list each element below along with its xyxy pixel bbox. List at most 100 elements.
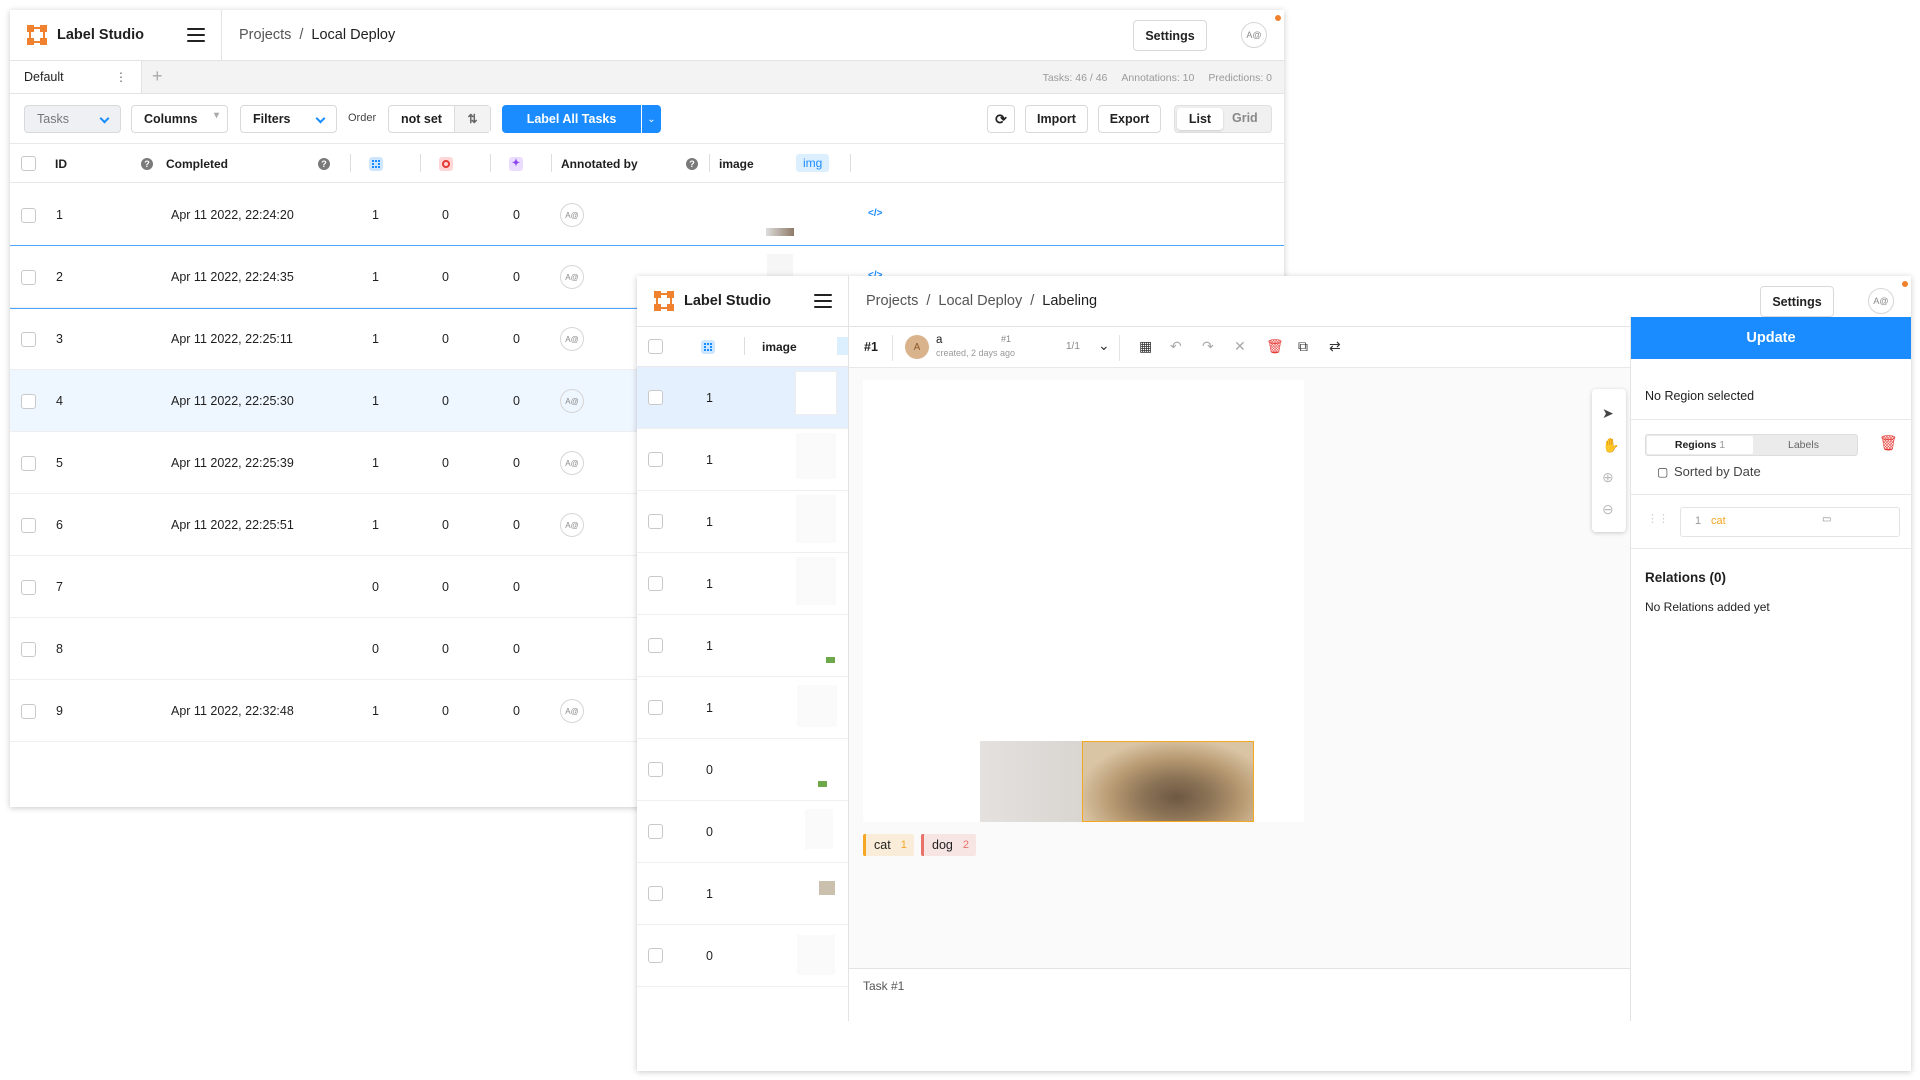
tab-labels[interactable]: Labels bbox=[1788, 439, 1819, 451]
row-checkbox[interactable] bbox=[648, 452, 663, 467]
image-thumbnail[interactable] bbox=[796, 557, 836, 605]
list-view-button[interactable]: List bbox=[1177, 108, 1223, 130]
code-icon[interactable]: </> bbox=[868, 208, 882, 219]
row-checkbox[interactable] bbox=[21, 270, 36, 285]
list-item[interactable]: 1 bbox=[637, 491, 848, 553]
list-item[interactable]: 1 bbox=[637, 677, 848, 739]
list-item[interactable]: 1 bbox=[637, 367, 848, 429]
breadcrumb-project[interactable]: Local Deploy bbox=[311, 27, 395, 43]
columns-select[interactable]: Columns ▾ bbox=[131, 104, 228, 133]
list-item[interactable]: 1 bbox=[637, 863, 848, 925]
row-checkbox[interactable] bbox=[648, 576, 663, 591]
redo-icon[interactable]: ↷ bbox=[1202, 338, 1214, 355]
row-checkbox[interactable] bbox=[21, 208, 36, 223]
column-image[interactable]: image bbox=[719, 157, 754, 171]
grid-view-button[interactable]: Grid bbox=[1232, 111, 1258, 125]
grid-view-icon[interactable]: ▦ bbox=[1139, 338, 1152, 355]
image-thumbnail[interactable] bbox=[826, 657, 835, 663]
user-avatar[interactable]: A@ bbox=[1868, 288, 1894, 314]
drag-handle-icon[interactable]: ⋮⋮ bbox=[1647, 512, 1669, 525]
breadcrumb-project[interactable]: Local Deploy bbox=[938, 293, 1022, 309]
column-completed[interactable]: Completed bbox=[166, 157, 228, 171]
list-item[interactable]: 0 bbox=[637, 925, 848, 987]
annotations-count: 0 bbox=[706, 763, 713, 777]
duplicate-icon[interactable]: ⧉ bbox=[1298, 338, 1308, 355]
image-thumbnail[interactable] bbox=[796, 495, 836, 543]
row-checkbox[interactable] bbox=[21, 704, 36, 719]
refresh-icon[interactable]: ⟳ bbox=[987, 105, 1015, 133]
label-cat[interactable]: cat 1 bbox=[863, 834, 914, 856]
add-tab-icon[interactable]: + bbox=[152, 66, 163, 93]
column-id[interactable]: ID bbox=[55, 157, 67, 171]
cat-region-box[interactable] bbox=[1082, 741, 1254, 822]
select-tool-icon[interactable]: ➤ bbox=[1602, 405, 1614, 422]
select-all-checkbox[interactable] bbox=[21, 156, 36, 171]
image-thumbnail[interactable] bbox=[819, 881, 835, 895]
tab-options-icon[interactable]: ⋮ bbox=[115, 70, 127, 84]
zoom-out-icon[interactable]: ⊖ bbox=[1602, 501, 1614, 518]
update-button[interactable]: Update bbox=[1631, 317, 1911, 359]
breadcrumb-projects[interactable]: Projects bbox=[239, 27, 291, 43]
column-image[interactable]: image bbox=[762, 340, 797, 354]
tab-regions[interactable]: Regions 1 bbox=[1647, 436, 1753, 454]
row-checkbox[interactable] bbox=[21, 518, 36, 533]
table-row[interactable]: 1 Apr 11 2022, 22:24:20 1 0 0 A@ </> bbox=[10, 184, 1284, 246]
reset-icon[interactable]: ✕ bbox=[1234, 338, 1246, 355]
breadcrumb-projects[interactable]: Projects bbox=[866, 293, 918, 309]
export-button[interactable]: Export bbox=[1098, 105, 1161, 133]
row-checkbox[interactable] bbox=[648, 390, 663, 405]
label-dog[interactable]: dog 2 bbox=[921, 834, 976, 856]
select-all-checkbox[interactable] bbox=[648, 339, 663, 354]
chevron-down-icon[interactable]: ⌄ bbox=[1098, 337, 1110, 354]
row-checkbox[interactable] bbox=[648, 762, 663, 777]
image-canvas[interactable] bbox=[863, 380, 1304, 822]
list-item[interactable]: 1 bbox=[637, 553, 848, 615]
list-item[interactable]: 1 bbox=[637, 615, 848, 677]
image-thumbnail[interactable] bbox=[818, 781, 827, 787]
column-annotated-by[interactable]: Annotated by bbox=[561, 157, 638, 171]
undo-icon[interactable]: ↶ bbox=[1170, 338, 1182, 355]
row-checkbox[interactable] bbox=[648, 824, 663, 839]
image-thumbnail[interactable] bbox=[795, 371, 837, 415]
row-checkbox[interactable] bbox=[648, 638, 663, 653]
row-checkbox[interactable] bbox=[648, 514, 663, 529]
list-item[interactable]: 0 bbox=[637, 801, 848, 863]
row-checkbox[interactable] bbox=[21, 642, 36, 657]
brand: Label Studio bbox=[10, 10, 222, 60]
tab-default[interactable]: Default ⋮ bbox=[10, 61, 142, 93]
row-checkbox[interactable] bbox=[648, 948, 663, 963]
pan-tool-icon[interactable]: ✋ bbox=[1602, 437, 1619, 454]
row-checkbox[interactable] bbox=[21, 394, 36, 409]
swap-icon[interactable]: ⇄ bbox=[1329, 338, 1341, 355]
zoom-in-icon[interactable]: ⊕ bbox=[1602, 469, 1614, 486]
image-thumbnail[interactable] bbox=[766, 228, 794, 236]
row-checkbox[interactable] bbox=[648, 886, 663, 901]
filters-select[interactable]: Filters bbox=[240, 104, 337, 133]
list-item[interactable]: 0 bbox=[637, 739, 848, 801]
delete-icon[interactable]: 🗑 bbox=[1266, 338, 1284, 355]
image-thumbnail[interactable] bbox=[796, 433, 836, 479]
tasks-select[interactable]: Tasks bbox=[24, 104, 121, 133]
import-button[interactable]: Import bbox=[1025, 105, 1088, 133]
image-thumbnail[interactable] bbox=[805, 809, 833, 849]
annotations-count: 1 bbox=[706, 453, 713, 467]
label-all-tasks-button[interactable]: Label All Tasks ⌄ bbox=[502, 105, 661, 133]
user-avatar[interactable]: A@ bbox=[1241, 22, 1267, 48]
list-item[interactable]: 1 bbox=[637, 429, 848, 491]
row-checkbox[interactable] bbox=[21, 580, 36, 595]
menu-icon[interactable] bbox=[187, 28, 205, 42]
row-checkbox[interactable] bbox=[648, 700, 663, 715]
menu-icon[interactable] bbox=[814, 294, 832, 308]
order-select[interactable]: not set ⇅ bbox=[388, 104, 491, 133]
row-checkbox[interactable] bbox=[21, 332, 36, 347]
row-checkbox[interactable] bbox=[21, 456, 36, 471]
settings-button[interactable]: Settings bbox=[1133, 20, 1207, 51]
sort-by-date[interactable]: Sorted by Date bbox=[1674, 464, 1761, 479]
settings-button[interactable]: Settings bbox=[1760, 286, 1834, 317]
delete-regions-icon[interactable]: 🗑 bbox=[1879, 434, 1898, 452]
region-item[interactable]: 1 cat ▭ bbox=[1680, 507, 1900, 537]
annotations-count-icon bbox=[369, 157, 383, 171]
image-thumbnail[interactable] bbox=[797, 685, 837, 727]
image-thumbnail[interactable] bbox=[797, 935, 835, 975]
cancelled-count: 0 bbox=[442, 642, 449, 656]
